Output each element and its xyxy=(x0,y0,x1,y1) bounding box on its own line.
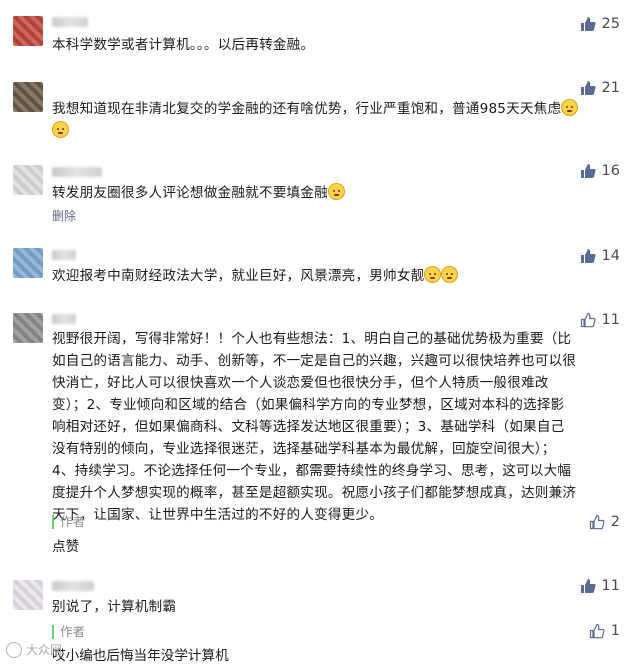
author-reply-text: 哎小编也后悔当年没学计算机 xyxy=(52,644,229,664)
like-count: 1 xyxy=(610,623,620,639)
thumbs-up-icon xyxy=(580,81,596,95)
watermark: 大众网 xyxy=(6,641,62,658)
comment-line: 如自己的语言能力、动手、创新等，不一定是自己的兴趣，兴趣可以很快培养也可以很 xyxy=(52,353,577,369)
comment-text: 欢迎报考中南财经政法大学，就业巨好，风景漂亮，男帅女靓 xyxy=(52,265,459,287)
username-blurred[interactable] xyxy=(52,314,76,324)
crying-emoji-icon xyxy=(52,121,69,138)
like-button[interactable]: 25 xyxy=(580,16,620,32)
username-blurred[interactable] xyxy=(52,167,102,177)
comment-text: 转发朋友圈很多人评论想做金融就不要填金融 xyxy=(52,182,345,204)
watermark-text: 大众网 xyxy=(26,643,63,657)
reply-like-button[interactable]: 1 xyxy=(589,623,620,639)
username-blurred[interactable] xyxy=(52,250,76,260)
avatar[interactable] xyxy=(13,165,43,195)
thumbs-up-outline-icon xyxy=(580,312,596,328)
comment-line: 快消亡，好比人可以很快喜欢一个人谈恋爱但也很快分手，但个人特质一般很难改 xyxy=(52,375,549,391)
comment-line: 度提升个人梦想实现的概率，甚至是超额实现。祝愿小孩子们都能梦想成真，达则兼济 xyxy=(52,485,577,501)
username-blurred[interactable] xyxy=(52,17,88,27)
author-reply-text: 点赞 xyxy=(52,539,80,555)
avatar[interactable] xyxy=(13,248,43,278)
delete-link[interactable]: 删除 xyxy=(52,207,76,224)
thumbs-up-icon xyxy=(580,164,596,178)
wiping-sweat-emoji-icon xyxy=(327,183,345,200)
author-reply-body: 小编也后悔当年没学计算机 xyxy=(65,648,229,664)
comment-text-body: 我想知道现在非清北复交的学金融的还有啥优势，行业严重饱和，普通985天天焦虑 xyxy=(52,101,562,117)
like-button[interactable]: 14 xyxy=(580,248,620,264)
comment-line: 没有特别的倾向，专业选择很迷茫，选择基础学科基本为最优解，回旋空间很大）； xyxy=(52,441,556,457)
like-count: 2 xyxy=(610,514,620,530)
thumbs-up-icon xyxy=(580,17,596,31)
thumbs-up-outline-icon xyxy=(589,514,605,530)
comment-line: 4、持续学习。不论选择任何一个专业，都需要持续性的终身学习、思考，这可以大幅 xyxy=(52,463,572,479)
thumbs-up-outline-icon xyxy=(589,623,605,639)
comment-line: 天下，让国家、让世界中生活过的不好的人变得更少。 xyxy=(52,507,384,523)
like-count: 16 xyxy=(601,163,620,179)
watermark-logo-icon xyxy=(6,641,22,658)
like-count: 11 xyxy=(601,312,620,328)
avatar[interactable] xyxy=(13,16,43,46)
like-count: 11 xyxy=(601,578,620,594)
avatar[interactable] xyxy=(13,313,43,343)
comment-text: 本科学数学或者计算机。。。以后再转金融。 xyxy=(52,37,315,53)
comment-text-body: 转发朋友圈很多人评论想做金融就不要填金融 xyxy=(52,185,328,201)
avatar[interactable] xyxy=(13,82,43,112)
comment-text: 视野很开阔，写得非常好！！个人也有些想法：1、明白自己的基础优势极为重要（比 如… xyxy=(52,328,620,526)
avatar[interactable] xyxy=(13,580,43,610)
author-tag: 作者 xyxy=(52,515,85,529)
username-blurred[interactable] xyxy=(52,581,94,591)
thumbs-up-icon xyxy=(580,579,596,593)
comment-line: 变）；2、专业倾向和区域的结合（如果偏科学方向的专业梦想，区域对本科的选择影 xyxy=(52,397,565,413)
author-tag: 作者 xyxy=(52,625,85,639)
reply-like-button[interactable]: 2 xyxy=(589,514,620,530)
like-count: 25 xyxy=(601,16,620,32)
like-button[interactable]: 16 xyxy=(580,163,620,179)
like-button[interactable]: 11 xyxy=(580,312,620,328)
like-button[interactable]: 11 xyxy=(580,578,620,594)
smiling-emoji-icon xyxy=(441,266,459,283)
comment-text-body: 欢迎报考中南财经政法大学，就业巨好，风景漂亮，男帅女靓 xyxy=(52,268,425,284)
crying-emoji-icon xyxy=(561,99,579,116)
like-count: 14 xyxy=(601,248,620,264)
comment-line: 视野很开阔，写得非常好！！个人也有些想法：1、明白自己的基础优势极为重要（比 xyxy=(52,331,572,347)
like-button[interactable]: 21 xyxy=(580,80,620,96)
comment-text: 别说了，计算机制霸 xyxy=(52,599,177,615)
like-count: 21 xyxy=(601,80,620,96)
comment-line: 响相对还好，但如果偏商科、文科等选择发达地区很重要）；3、基础学科（如果自己 xyxy=(52,419,565,435)
comment-text: 我想知道现在非清北复交的学金融的还有啥优势，行业严重饱和，普通985天天焦虑 xyxy=(52,98,620,142)
smiling-emoji-icon xyxy=(424,266,442,283)
thumbs-up-icon xyxy=(580,249,596,263)
